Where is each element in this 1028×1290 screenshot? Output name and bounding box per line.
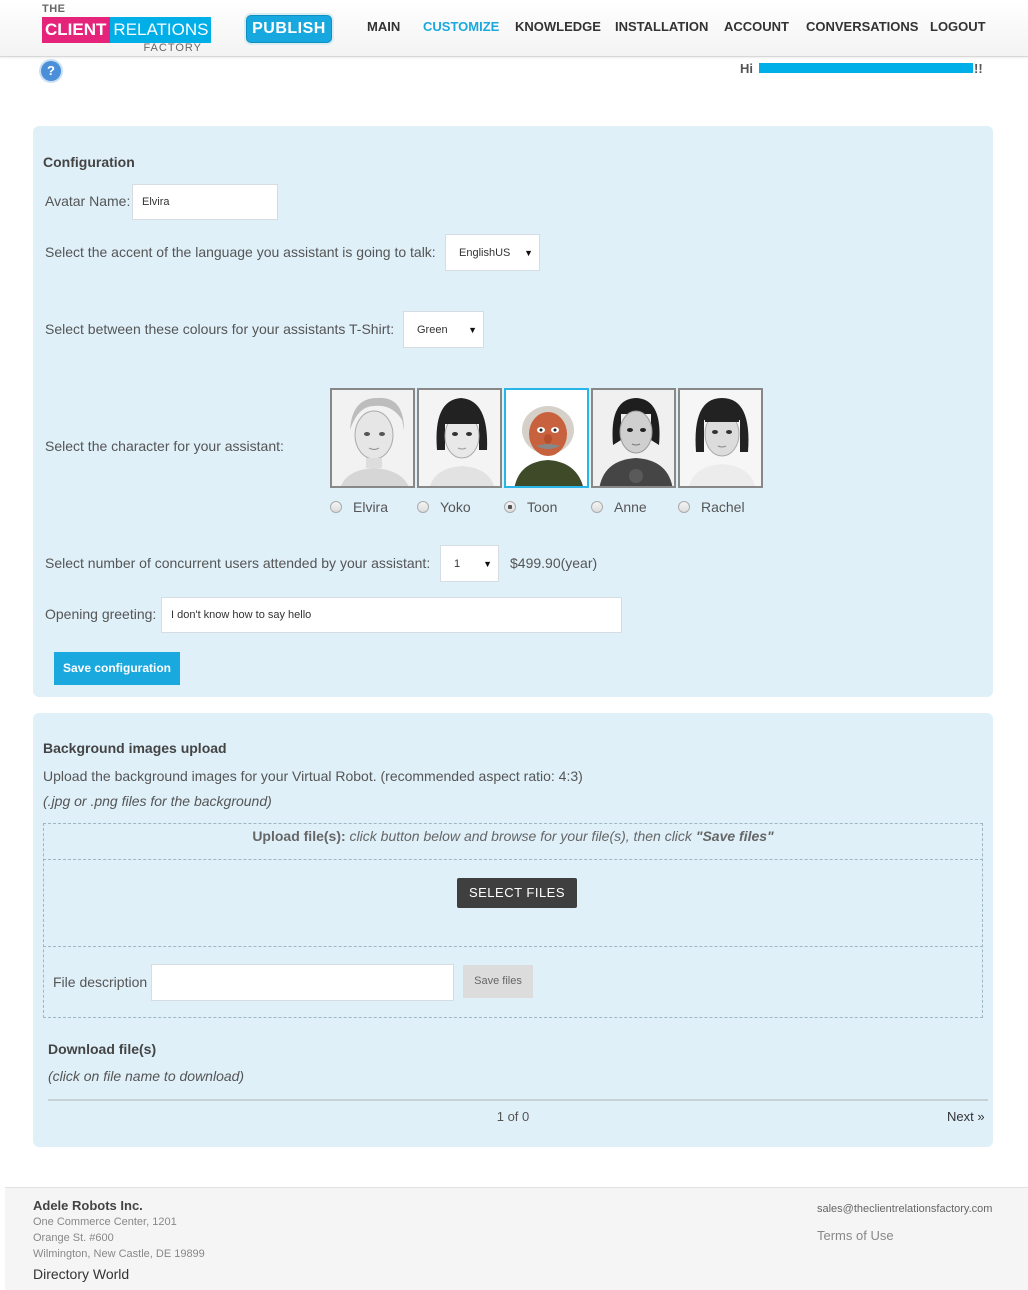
username-redacted-bar [759,63,973,73]
radio-label-anne: Anne [614,499,647,515]
opening-greeting-label: Opening greeting: [45,606,157,622]
accent-value: EnglishUS [459,246,511,259]
terms-of-use-link[interactable]: Terms of Use [817,1228,894,1243]
address-line-3: Wilmington, New Castle, DE 19899 [33,1248,205,1260]
download-hint: (click on file name to download) [48,1068,245,1084]
radio-elvira[interactable] [330,501,342,513]
radio-yoko[interactable] [417,501,429,513]
tshirt-color-select[interactable]: Green ▼ [403,311,484,348]
avatar-elvira-image[interactable] [330,388,415,488]
logo-the: THE [42,3,66,15]
avatar-toon-image[interactable] [504,388,589,488]
radio-rachel[interactable] [678,501,690,513]
download-divider [48,1099,988,1101]
sales-email-link[interactable]: sales@theclientrelationsfactory.com [817,1203,992,1215]
avatar-name-value: Elvira [142,196,170,208]
upload-title: Background images upload [43,740,227,756]
accent-select[interactable]: EnglishUS ▼ [445,234,540,271]
avatar-rachel-image[interactable] [678,388,763,488]
nav-account[interactable]: ACCOUNT [724,19,789,34]
concurrent-users-value: 1 [454,557,461,570]
address-line-2: Orange St. #600 [33,1232,114,1244]
upload-instructions-quote: "Save files" [695,828,774,844]
avatar-yoko-image[interactable] [417,388,502,488]
pagination-status: 1 of 0 [496,1109,530,1124]
chevron-down-icon: ▼ [468,324,477,335]
tshirt-color-value: Green [417,323,448,336]
directory-world-link[interactable]: Directory World [33,1266,129,1282]
background-upload-panel: Background images upload Upload the back… [33,713,993,1147]
chevron-down-icon: ▼ [524,247,533,258]
opening-greeting-value: I don't know how to say hello [171,609,312,621]
footer: Adele Robots Inc. One Commerce Center, 1… [5,1187,1028,1290]
nav-main[interactable]: MAIN [367,19,400,34]
logo-client: CLIENT [42,17,111,43]
next-page-link[interactable]: Next » [947,1109,985,1124]
top-header: THE CLIENT RELATIONS FACTORY PUBLISH MAI… [0,0,1028,57]
nav-customize[interactable]: CUSTOMIZE [423,19,499,34]
upload-hint: (.jpg or .png files for the background) [43,793,272,809]
question-circle-icon[interactable]: ? [41,61,61,81]
configuration-title: Configuration [43,154,135,170]
configuration-panel: Configuration Avatar Name: Elvira Select… [33,126,993,697]
radio-anne[interactable] [591,501,603,513]
nav-knowledge[interactable]: KNOWLEDGE [515,19,601,34]
avatar-name-label: Avatar Name: [45,193,131,209]
file-description-label: File description [53,974,148,990]
accent-label: Select the accent of the language you as… [45,244,436,260]
logo-relations: RELATIONS [110,17,212,43]
upload-instructions-bold: Upload file(s): [252,828,346,844]
nav-logout[interactable]: LOGOUT [930,19,986,34]
radio-label-yoko: Yoko [440,499,471,515]
address-line-1: One Commerce Center, 1201 [33,1216,177,1228]
save-files-button[interactable]: Save files [463,965,533,998]
download-title: Download file(s) [48,1041,157,1057]
logo-factory: FACTORY [143,42,202,54]
price-text: $499.90(year) [510,555,598,571]
company-name: Adele Robots Inc. [33,1198,143,1213]
opening-greeting-input[interactable]: I don't know how to say hello [161,597,622,633]
publish-button[interactable]: PUBLISH [246,15,332,43]
chevron-down-icon: ▼ [483,558,492,569]
greeting-suffix: !! [974,61,983,76]
concurrent-users-select[interactable]: 1 ▼ [440,545,499,582]
upload-instructions: Upload file(s): click button below and b… [33,828,993,844]
file-description-input[interactable] [151,964,454,1001]
radio-toon[interactable] [504,501,516,513]
radio-label-rachel: Rachel [701,499,745,515]
tshirt-label: Select between these colours for your as… [45,321,395,337]
select-files-button[interactable]: SELECT FILES [457,878,577,908]
avatar-anne-image[interactable] [591,388,676,488]
character-label: Select the character for your assistant: [45,438,284,454]
nav-conversations[interactable]: CONVERSATIONS [806,19,918,34]
nav-installation[interactable]: INSTALLATION [615,19,708,34]
avatar-name-input[interactable]: Elvira [132,184,278,220]
upload-description: Upload the background images for your Vi… [43,768,583,784]
greeting-prefix: Hi [740,61,753,76]
radio-label-elvira: Elvira [353,499,389,515]
concurrent-users-label: Select number of concurrent users attend… [45,555,431,571]
logo[interactable]: THE CLIENT RELATIONS FACTORY [42,3,212,55]
radio-label-toon: Toon [527,499,558,515]
upload-instructions-text: click button below and browse for your f… [345,828,696,844]
save-configuration-button[interactable]: Save configuration [54,652,180,685]
